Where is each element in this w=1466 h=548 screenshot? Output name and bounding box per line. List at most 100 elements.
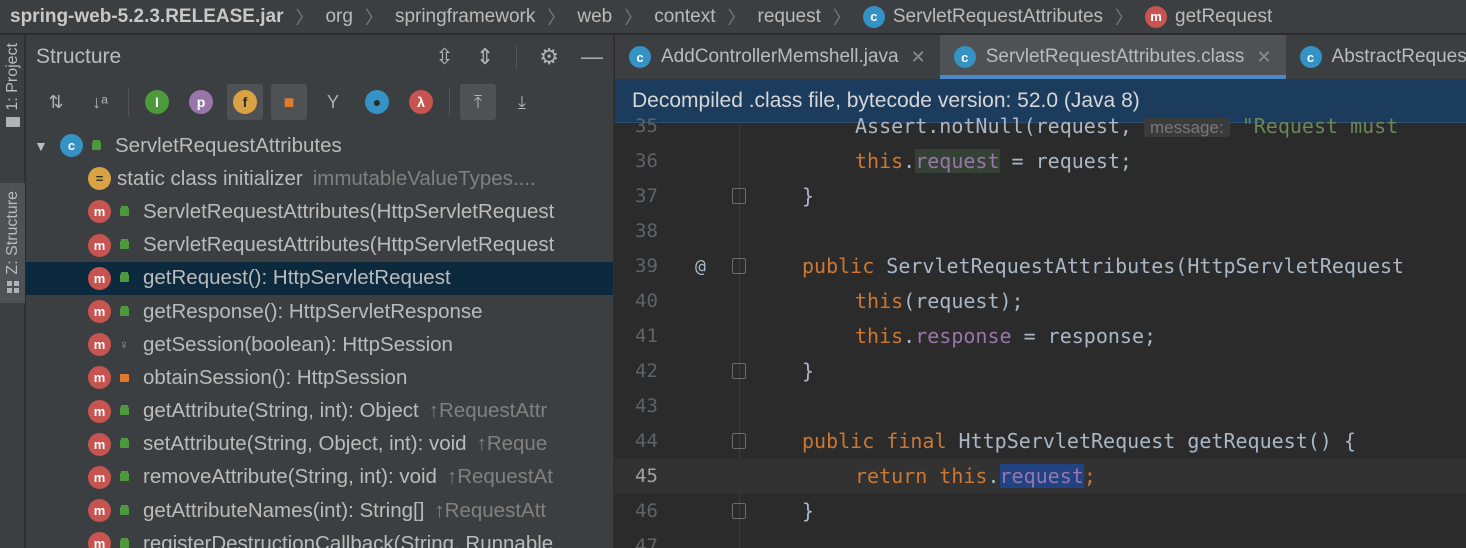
- fold-marker-icon[interactable]: [732, 363, 746, 380]
- gear-icon[interactable]: ⚙: [539, 44, 559, 70]
- public-visibility-icon: [117, 271, 131, 285]
- tree-item-hint: ↑Reque: [476, 432, 548, 456]
- breadcrumb-web[interactable]: web: [577, 6, 612, 28]
- tree-item-hint: ↑RequestAttr: [428, 399, 548, 423]
- tree-item[interactable]: m setAttribute(String, Object, int): voi…: [26, 428, 613, 461]
- method-icon: m: [88, 399, 111, 423]
- tree-item-label: getAttribute(String, int): Object: [143, 399, 419, 423]
- breadcrumb-context[interactable]: context: [654, 6, 715, 28]
- show-properties-icon[interactable]: p: [183, 84, 219, 120]
- line-number: 45: [635, 465, 658, 488]
- fold-marker-icon[interactable]: [732, 503, 746, 520]
- breadcrumb-method[interactable]: m getRequest: [1145, 5, 1273, 28]
- annotation-at-icon[interactable]: @: [695, 256, 706, 277]
- public-visibility-icon: [117, 205, 131, 219]
- class-icon: c: [1299, 46, 1322, 68]
- breadcrumb: spring-web-5.2.3.RELEASE.jar 〉 org 〉 spr…: [0, 0, 1466, 34]
- breadcrumb-request[interactable]: request: [758, 6, 821, 28]
- code-text: this.response = response;: [855, 324, 1156, 348]
- code-line: 37 }: [615, 179, 1466, 214]
- tree-item-hint: ↑RequestAtt: [434, 498, 547, 522]
- collapse-all-icon[interactable]: ⇕: [476, 44, 494, 70]
- tree-item[interactable]: = static class initializer immutableValu…: [26, 162, 613, 195]
- tab-abstract-request[interactable]: c AbstractRequest: [1286, 35, 1466, 79]
- show-non-public-icon[interactable]: ■: [271, 84, 307, 120]
- minimize-icon[interactable]: —: [581, 44, 603, 70]
- sort-alphabetically-icon[interactable]: ↓ᵃ: [82, 84, 118, 120]
- breadcrumb-springframework[interactable]: springframework: [395, 6, 535, 28]
- close-icon[interactable]: ✕: [911, 47, 926, 68]
- expand-all-icon[interactable]: ⇳: [435, 44, 453, 70]
- tab-servlet-request-attributes[interactable]: c ServletRequestAttributes.class ✕: [939, 35, 1286, 79]
- structure-panel-header: Structure ⇳ ⇕ ⚙ —: [26, 35, 613, 79]
- sort-by-visibility-icon[interactable]: ⇅: [38, 84, 74, 120]
- structure-tool-tab[interactable]: Z: Structure: [0, 183, 25, 303]
- chevron-down-icon[interactable]: ▼: [34, 138, 50, 154]
- line-number: 42: [635, 360, 658, 383]
- code-token: public final: [802, 429, 959, 454]
- show-inherited-icon[interactable]: I: [139, 84, 175, 120]
- tree-item[interactable]: m removeAttribute(String, int): void ↑Re…: [26, 461, 613, 494]
- tree-item-label: getSession(boolean): HttpSession: [143, 332, 453, 356]
- show-lambdas-icon[interactable]: λ: [403, 84, 439, 120]
- parameter-hint: message:: [1143, 118, 1230, 138]
- tree-item[interactable]: m getAttribute(String, int): Object ↑Req…: [26, 395, 613, 428]
- code-token: this: [939, 464, 988, 489]
- tree-item-label: static class initializer: [117, 166, 303, 190]
- tree-item[interactable]: m ServletRequestAttributes(HttpServletRe…: [26, 229, 613, 262]
- show-fields-icon[interactable]: f: [227, 84, 263, 120]
- divider: [449, 88, 450, 116]
- code-token: (request);: [903, 289, 1024, 314]
- code-token: request: [915, 149, 1000, 174]
- public-visibility-icon: [117, 537, 131, 548]
- tree-item-label: registerDestructionCallback(String, Runn…: [143, 531, 554, 548]
- chevron-right-icon: 〉: [547, 7, 566, 28]
- tree-item-label: setAttribute(String, Object, int): void: [143, 432, 467, 456]
- breadcrumb-org[interactable]: org: [325, 6, 352, 28]
- tree-item[interactable]: m ♀ getSession(boolean): HttpSession: [26, 328, 613, 361]
- breadcrumb-jar[interactable]: spring-web-5.2.3.RELEASE.jar: [10, 6, 283, 28]
- code-line: 44 public final HttpServletRequest getRe…: [615, 424, 1466, 459]
- tree-item-label: getRequest(): HttpServletRequest: [143, 266, 451, 290]
- breadcrumb-class[interactable]: c ServletRequestAttributes: [862, 5, 1103, 28]
- close-icon[interactable]: ✕: [1256, 47, 1271, 68]
- code-token: Assert.notNull(request,: [855, 114, 1144, 139]
- autoscroll-to-source-icon[interactable]: ⤒: [460, 84, 496, 120]
- public-visibility-icon: [117, 238, 131, 252]
- line-number: 44: [635, 430, 658, 453]
- tree-item-selected[interactable]: m getRequest(): HttpServletRequest: [26, 261, 613, 295]
- code-area[interactable]: 35 Assert.notNull(request, message: "Req…: [615, 114, 1466, 548]
- method-icon: m: [88, 300, 111, 324]
- class-icon: c: [862, 5, 885, 28]
- tab-label: AddControllerMemshell.java: [661, 46, 899, 67]
- tree-item[interactable]: m getAttributeNames(int): String[] ↑Requ…: [26, 494, 613, 527]
- show-anonymous-icon[interactable]: Y: [315, 84, 351, 120]
- tree-root-label: ServletRequestAttributes: [115, 133, 342, 157]
- fold-marker-icon[interactable]: [732, 188, 746, 205]
- code-token: ServletRequestAttributes(HttpServletRequ…: [886, 254, 1405, 279]
- public-visibility-icon: [117, 305, 131, 319]
- line-number: 47: [635, 535, 658, 548]
- tree-item[interactable]: m ServletRequestAttributes(HttpServletRe…: [26, 195, 613, 228]
- project-tool-tab[interactable]: 1: Project: [0, 43, 25, 127]
- tree-item[interactable]: m obtainSession(): HttpSession: [26, 361, 613, 394]
- tree-item[interactable]: m getResponse(): HttpServletResponse: [26, 295, 613, 328]
- method-icon: m: [88, 465, 111, 489]
- fold-marker-icon[interactable]: [732, 258, 746, 275]
- method-icon: m: [88, 499, 111, 523]
- initializer-icon: =: [88, 167, 111, 191]
- code-line: 42 }: [615, 354, 1466, 389]
- code-token: .: [903, 149, 916, 174]
- tree-item[interactable]: m registerDestructionCallback(String, Ru…: [26, 527, 613, 548]
- autoscroll-from-source-icon[interactable]: ⤓: [504, 84, 540, 120]
- line-number: 38: [635, 220, 658, 243]
- breadcrumb-method-label: getRequest: [1175, 5, 1273, 27]
- code-line: 40 this(request);: [615, 284, 1466, 319]
- fold-marker-icon[interactable]: [732, 433, 746, 450]
- show-members-icon[interactable]: ●: [359, 84, 395, 120]
- tree-root[interactable]: ▼ c ServletRequestAttributes: [26, 129, 613, 162]
- divider: [516, 45, 518, 69]
- tab-add-controller-memshell[interactable]: c AddControllerMemshell.java ✕: [615, 35, 940, 79]
- divider: [128, 88, 129, 116]
- code-line: 47: [615, 529, 1466, 548]
